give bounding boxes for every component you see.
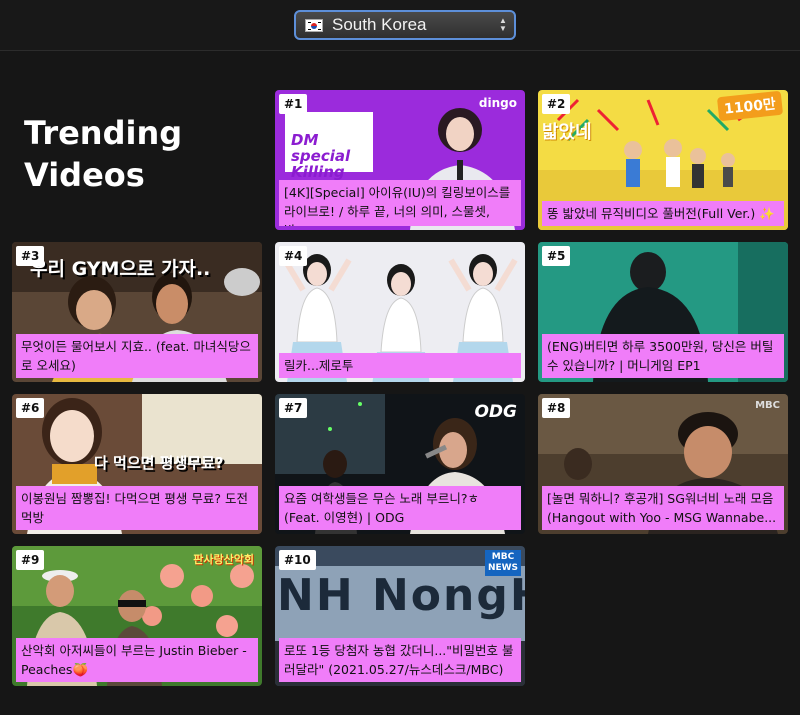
rank-badge: #1: [279, 94, 308, 114]
page-title: Trending Videos: [24, 114, 183, 194]
video-card-5[interactable]: #5 (ENG)버티면 하루 3500만원, 당신은 버틸 수 있습니까? | …: [538, 242, 788, 382]
thumbnail-text: 판사랑산악회: [193, 553, 254, 566]
thumbnail-text: 다 먹으면 평생무료?: [94, 454, 224, 472]
video-card-2[interactable]: 1100만 밟았네 #2 똥 밟았네 뮤직비디오 풀버전(Full Ver.) …: [538, 90, 788, 230]
rank-badge: #9: [16, 550, 45, 570]
video-title: [놀면 뭐하니? 후공개] SG워너비 노래 모음 (Hangout with …: [542, 486, 784, 530]
video-card-3[interactable]: 우리 GYM으로 가자.. #3 무엇이든 물어보시 지효.. (feat. 마…: [12, 242, 262, 382]
rank-badge: #3: [16, 246, 45, 266]
video-card-1[interactable]: DM special Killing Voice dingo #1 [4K][S…: [275, 90, 525, 230]
video-card-4[interactable]: #4 릴카...제로투: [275, 242, 525, 382]
video-card-9[interactable]: 판사랑산악회 #9 산악회 아저씨들이 부르는 Justin Bieber - …: [12, 546, 262, 686]
thumbnail-text: 우리 GYM으로 가자..: [30, 258, 211, 280]
top-bar: South Korea ▲ ▼: [0, 0, 800, 51]
channel-mark: MBC NEWS: [485, 550, 521, 576]
video-title: 릴카...제로투: [279, 353, 521, 378]
video-title: 산악회 아저씨들이 부르는 Justin Bieber - Peaches🍑: [16, 638, 258, 682]
rank-badge: #7: [279, 398, 308, 418]
channel-mark: MBC: [755, 400, 780, 411]
video-title: 똥 밟았네 뮤직비디오 풀버전(Full Ver.) ✨: [542, 201, 784, 226]
thumbnail-text: NH NongHyup: [277, 570, 525, 621]
rank-badge: #2: [542, 94, 571, 114]
rank-badge: #5: [542, 246, 571, 266]
rank-badge: #6: [16, 398, 45, 418]
channel-mark: dingo: [478, 96, 517, 110]
video-title: 이봉원님 짬뽕집! 다먹으면 평생 무료? 도전먹방: [16, 486, 258, 530]
video-card-8[interactable]: MBC #8 [놀면 뭐하니? 후공개] SG워너비 노래 모음 (Hangou…: [538, 394, 788, 534]
country-select-value: South Korea: [332, 15, 427, 34]
video-title: 로또 1등 당첨자 농협 갔더니..."비밀번호 불러달라" (2021.05.…: [279, 638, 521, 682]
video-title: [4K][Special] 아이유(IU)의 킬링보이스를 라이브로! / 하루…: [279, 180, 521, 226]
video-title: 무엇이든 물어보시 지효.. (feat. 마녀식당으로 오세요): [16, 334, 258, 378]
video-card-7[interactable]: ODG #7 요즘 여학생들은 무슨 노래 부르니?ㅎ (Feat. 이영현) …: [275, 394, 525, 534]
channel-mark: ODG: [474, 402, 517, 422]
rank-badge: #8: [542, 398, 571, 418]
thumbnail-text: 밟았네: [542, 122, 592, 143]
south-korea-flag-icon: [305, 18, 323, 32]
video-title: (ENG)버티면 하루 3500만원, 당신은 버틸 수 있습니까? | 머니게…: [542, 334, 784, 378]
rank-badge: #10: [279, 550, 316, 570]
rank-badge: #4: [279, 246, 308, 266]
video-title: 요즘 여학생들은 무슨 노래 부르니?ㅎ (Feat. 이영현) | ODG: [279, 486, 521, 530]
video-card-10[interactable]: NH NongHyup MBC NEWS #10 로또 1등 당첨자 농협 갔더…: [275, 546, 525, 686]
country-select[interactable]: South Korea ▲ ▼: [294, 10, 516, 40]
video-card-6[interactable]: 다 먹으면 평생무료? #6 이봉원님 짬뽕집! 다먹으면 평생 무료? 도전먹…: [12, 394, 262, 534]
select-arrows-icon: ▲ ▼: [499, 16, 507, 33]
